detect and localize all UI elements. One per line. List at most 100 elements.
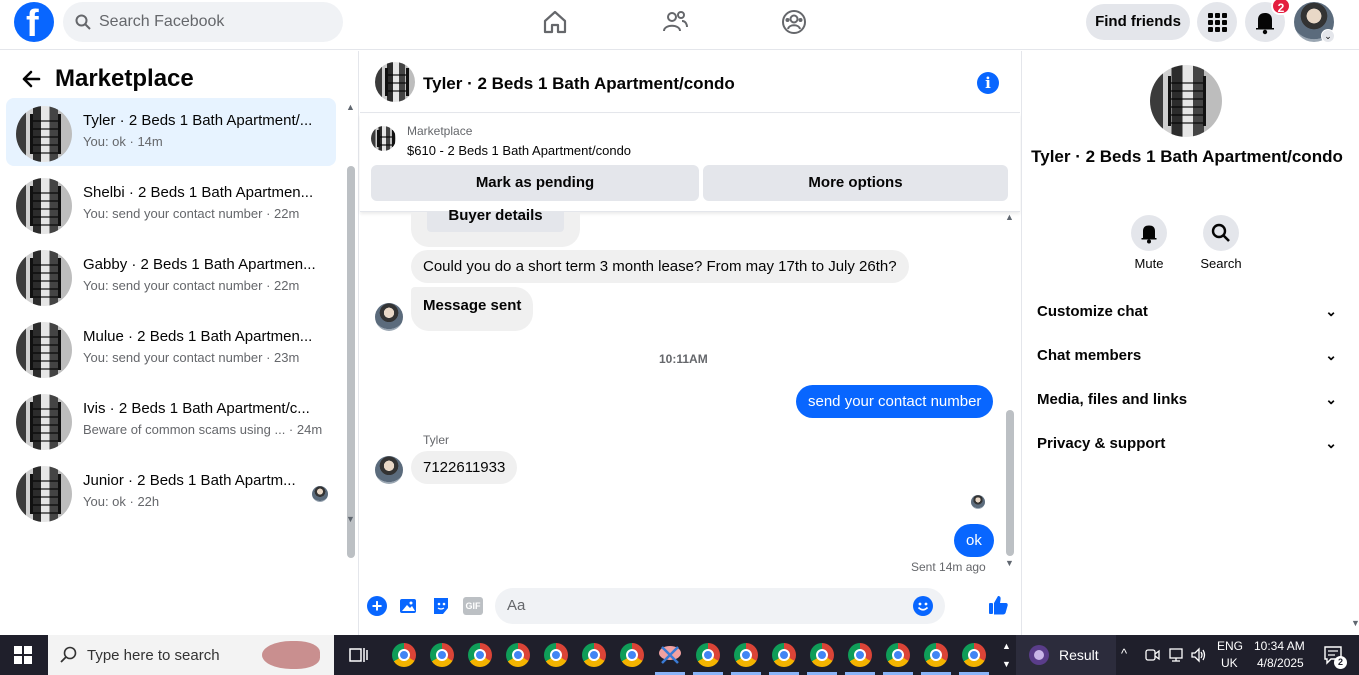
search-chat-button[interactable] bbox=[1203, 215, 1239, 251]
chat-profile-image[interactable] bbox=[1150, 65, 1222, 137]
mark-as-pending-button[interactable]: Mark as pending bbox=[371, 165, 699, 201]
windows-taskbar: Type here to search ▲ ▼ Result ^ ENG UK … bbox=[0, 635, 1359, 675]
section-label: Media, files and links bbox=[1037, 391, 1188, 408]
conversation-item[interactable]: Ivis · 2 Beds 1 Bath Apartment/c... Bewa… bbox=[6, 386, 336, 454]
conversation-snippet: You: send your contact number · 22m bbox=[83, 278, 300, 293]
chrome-icon[interactable] bbox=[772, 643, 796, 667]
search-facebook-input[interactable]: Search Facebook bbox=[63, 2, 343, 42]
chrome-icon[interactable] bbox=[696, 643, 720, 667]
mute-button[interactable] bbox=[1131, 215, 1167, 251]
clock-date[interactable]: 4/8/2025 bbox=[1257, 656, 1304, 670]
conversation-name: Gabby · 2 Beds 1 Bath Apartmen... bbox=[83, 256, 316, 273]
taskbar-scroll-down-icon[interactable]: ▼ bbox=[1002, 659, 1011, 669]
menu-button[interactable] bbox=[1197, 2, 1237, 42]
taskbar-search-box[interactable]: Type here to search bbox=[48, 635, 334, 675]
time-divider: 10:11AM bbox=[659, 352, 708, 366]
chrome-icon[interactable] bbox=[924, 643, 948, 667]
find-friends-button[interactable]: Find friends bbox=[1086, 4, 1190, 40]
gif-icon[interactable]: GIF bbox=[463, 597, 483, 615]
facebook-logo[interactable]: f bbox=[14, 2, 54, 45]
result-widget[interactable]: Result bbox=[1016, 635, 1116, 675]
chrome-icon[interactable] bbox=[734, 643, 758, 667]
language-region[interactable]: UK bbox=[1221, 656, 1238, 670]
sender-avatar[interactable] bbox=[375, 303, 403, 331]
friends-icon[interactable] bbox=[661, 8, 689, 36]
chat-members-section[interactable]: Chat members ⌄ bbox=[1037, 347, 1337, 371]
chat-details-title: Tyler · 2 Beds 1 Bath Apartment/condo bbox=[1031, 147, 1343, 166]
customize-chat-section[interactable]: Customize chat ⌄ bbox=[1037, 303, 1337, 327]
conversation-item[interactable]: Junior · 2 Beds 1 Bath Apartm... You: ok… bbox=[6, 458, 336, 526]
photo-icon[interactable] bbox=[399, 596, 419, 616]
section-label: Customize chat bbox=[1037, 303, 1148, 320]
message-input[interactable]: Aa bbox=[495, 588, 945, 624]
chrome-icon[interactable] bbox=[810, 643, 834, 667]
scrollbar-thumb[interactable] bbox=[347, 166, 355, 558]
search-placeholder: Search Facebook bbox=[99, 13, 225, 30]
sticker-icon[interactable] bbox=[431, 596, 451, 616]
chrome-icon[interactable] bbox=[506, 643, 530, 667]
conversation-snippet: You: ok · 14m bbox=[83, 134, 163, 149]
section-label: Chat members bbox=[1037, 347, 1142, 364]
clock-time[interactable]: 10:34 AM bbox=[1254, 639, 1305, 653]
chevron-down-icon: ⌄ bbox=[1325, 391, 1337, 407]
conversation-list-panel: Marketplace Tyler · 2 Beds 1 Bath Apartm… bbox=[0, 51, 359, 635]
chat-panel: Tyler · 2 Beds 1 Bath Apartment/condo i … bbox=[360, 51, 1020, 635]
chat-details-panel: Tyler · 2 Beds 1 Bath Apartment/condo Mu… bbox=[1021, 51, 1359, 635]
account-chevron-down-icon[interactable]: ⌄ bbox=[1321, 29, 1335, 43]
plus-icon[interactable]: + bbox=[367, 596, 387, 616]
message-bubble: Could you do a short term 3 month lease?… bbox=[411, 250, 909, 283]
scroll-down-arrow-icon[interactable]: ▼ bbox=[346, 514, 355, 524]
chat-avatar[interactable] bbox=[375, 62, 415, 102]
message-bubble: 7122611933 bbox=[411, 451, 518, 484]
buyer-details-button[interactable]: Buyer details bbox=[427, 208, 564, 232]
chrome-icon[interactable] bbox=[886, 643, 910, 667]
conversation-snippet: Beware of common scams using ... · 24m bbox=[83, 422, 323, 437]
taskbar-scroll-up-icon[interactable]: ▲ bbox=[1002, 641, 1011, 651]
media-files-links-section[interactable]: Media, files and links ⌄ bbox=[1037, 391, 1337, 415]
back-arrow-icon[interactable] bbox=[20, 68, 42, 90]
listing-price[interactable]: $610 - 2 Beds 1 Bath Apartment/condo bbox=[407, 143, 631, 158]
groups-icon[interactable] bbox=[780, 8, 808, 36]
conversation-item[interactable]: Shelbi · 2 Beds 1 Bath Apartmen... You: … bbox=[6, 170, 336, 238]
conversation-name: Mulue · 2 Beds 1 Bath Apartmen... bbox=[83, 328, 313, 345]
chrome-icon[interactable] bbox=[544, 643, 568, 667]
info-icon[interactable]: i bbox=[977, 72, 999, 94]
emoji-icon[interactable] bbox=[913, 596, 933, 616]
like-thumb-icon[interactable] bbox=[987, 594, 1009, 616]
scroll-up-arrow-icon[interactable]: ▲ bbox=[1005, 212, 1014, 222]
snipping-tool-icon[interactable] bbox=[657, 643, 683, 667]
privacy-support-section[interactable]: Privacy & support ⌄ bbox=[1037, 435, 1337, 459]
conversation-item[interactable]: Gabby · 2 Beds 1 Bath Apartmen... You: s… bbox=[6, 242, 336, 310]
scrollbar-thumb[interactable] bbox=[1006, 410, 1014, 556]
scroll-down-arrow-icon[interactable]: ▼ bbox=[1351, 618, 1359, 628]
conversation-snippet: You: send your contact number · 23m bbox=[83, 350, 300, 365]
conversation-item[interactable]: Mulue · 2 Beds 1 Bath Apartmen... You: s… bbox=[6, 314, 336, 382]
chrome-icon[interactable] bbox=[430, 643, 454, 667]
chat-title[interactable]: Tyler · 2 Beds 1 Bath Apartment/condo bbox=[423, 74, 735, 94]
chrome-icon[interactable] bbox=[468, 643, 492, 667]
windows-start-icon[interactable] bbox=[14, 646, 32, 664]
chevron-down-icon: ⌄ bbox=[1325, 435, 1337, 451]
scroll-up-arrow-icon[interactable]: ▲ bbox=[346, 102, 355, 112]
chrome-icon[interactable] bbox=[620, 643, 644, 667]
home-icon[interactable] bbox=[541, 8, 569, 36]
conversation-item[interactable]: Tyler · 2 Beds 1 Bath Apartment/... You:… bbox=[6, 98, 336, 166]
language-code[interactable]: ENG bbox=[1217, 639, 1243, 653]
scroll-down-arrow-icon[interactable]: ▼ bbox=[1005, 558, 1014, 568]
listing-thumbnail bbox=[16, 394, 72, 450]
more-options-button[interactable]: More options bbox=[703, 165, 1008, 201]
tray-chevron-up-icon[interactable]: ^ bbox=[1121, 646, 1127, 661]
network-icon[interactable] bbox=[1167, 647, 1185, 663]
meet-now-icon[interactable] bbox=[1144, 647, 1160, 663]
search-icon bbox=[60, 646, 77, 663]
search-icon bbox=[1211, 223, 1230, 242]
chrome-icon[interactable] bbox=[962, 643, 986, 667]
sender-avatar[interactable] bbox=[375, 456, 403, 484]
chevron-down-icon: ⌄ bbox=[1325, 347, 1337, 363]
chrome-icon[interactable] bbox=[848, 643, 872, 667]
chrome-icon[interactable] bbox=[392, 643, 416, 667]
chrome-icon[interactable] bbox=[582, 643, 606, 667]
listing-thumbnail bbox=[16, 178, 72, 234]
volume-icon[interactable] bbox=[1190, 647, 1208, 663]
task-view-icon[interactable] bbox=[349, 646, 369, 664]
